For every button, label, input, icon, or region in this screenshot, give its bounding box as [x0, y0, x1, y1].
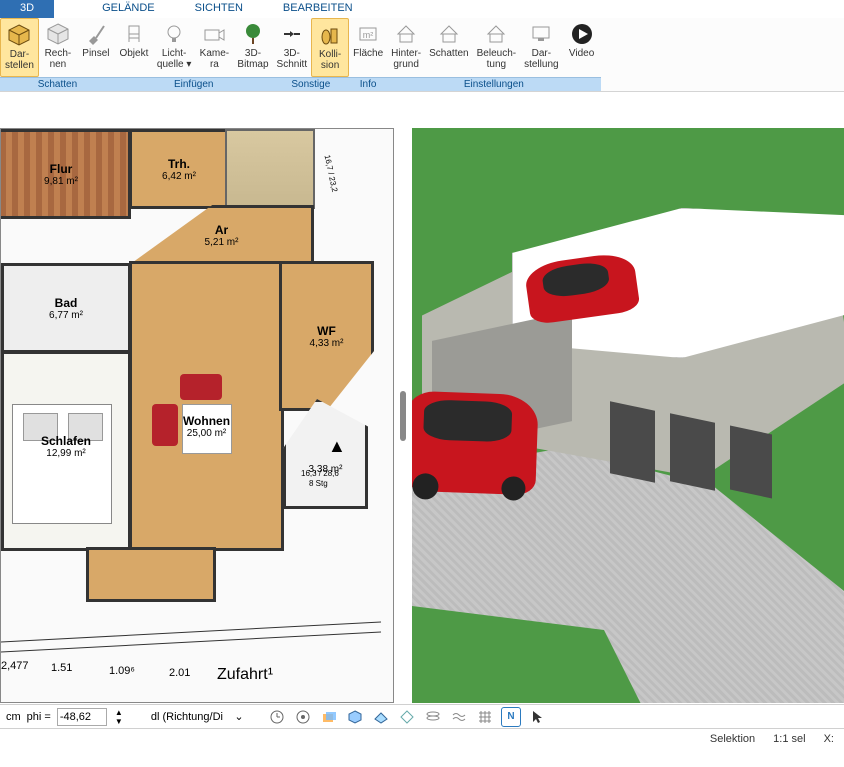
- dim-side1: 16,7 / 23,2: [323, 154, 340, 193]
- splitter-handle-icon: [400, 391, 406, 441]
- floorplan-3d-view[interactable]: [412, 128, 844, 703]
- group-label: Einstellungen: [387, 77, 600, 91]
- brush-icon: [84, 22, 108, 46]
- north-arrow-icon: ▲: [328, 436, 346, 457]
- house-icon: [484, 22, 508, 46]
- cube-yellow-icon: [7, 23, 31, 47]
- chair-icon: [122, 22, 146, 46]
- status-scale: 1:1 sel: [773, 733, 805, 745]
- group-label: Info: [349, 77, 387, 91]
- status-selection: Selektion: [710, 733, 755, 745]
- cube3d-icon[interactable]: [345, 707, 365, 727]
- group-label: Einfügen: [115, 77, 273, 91]
- group-sonstige: 3D-Schnitt Kolli-sion Sonstige: [273, 18, 350, 91]
- tab-sichten[interactable]: SICHTEN: [175, 0, 263, 18]
- kamera-button[interactable]: Kame-ra: [195, 18, 233, 77]
- lichtquelle-button[interactable]: Licht-quelle ▾: [153, 18, 196, 77]
- tree-icon: [241, 22, 265, 46]
- collision-icon: [318, 23, 342, 47]
- dim-side2: 16,3 / 28,6: [301, 469, 339, 478]
- hintergrund-button[interactable]: Hinter-grund: [387, 18, 425, 77]
- house-icon: [437, 22, 461, 46]
- phi-up-button[interactable]: ▲: [113, 708, 125, 717]
- group-info: m² Fläche Info: [349, 18, 387, 91]
- room-ar: Ar 5,21 m²: [129, 205, 314, 265]
- objekt-button[interactable]: Objekt: [115, 18, 153, 77]
- n-mode-button[interactable]: N: [501, 707, 521, 727]
- bitmap-button[interactable]: 3D-Bitmap: [233, 18, 272, 77]
- phi-down-button[interactable]: ▼: [113, 717, 125, 726]
- flaeche-button[interactable]: m² Fläche: [349, 18, 387, 77]
- dim-4: 2.01: [169, 667, 190, 679]
- waves-icon[interactable]: [449, 707, 469, 727]
- target-icon[interactable]: [293, 707, 313, 727]
- group-einfuegen: Objekt Licht-quelle ▾ Kame-ra 3D-Bitmap …: [115, 18, 273, 91]
- mode-label: dl (Richtung/Di: [151, 711, 223, 723]
- cursor-icon[interactable]: [527, 707, 547, 727]
- layers-icon[interactable]: [319, 707, 339, 727]
- group-schatten: Dar-stellen Rech-nen Pinsel Schatten: [0, 18, 115, 91]
- dim-2: 1.51: [51, 662, 72, 674]
- room-unnamed: ▲ 3,38 m²: [283, 399, 368, 509]
- house-icon: [394, 22, 418, 46]
- dim-3: 1.09⁶: [109, 665, 135, 677]
- room-flur: Flur 9,81 m²: [0, 129, 131, 219]
- unit-label: cm: [6, 711, 21, 723]
- rechnen-button[interactable]: Rech-nen: [39, 18, 77, 77]
- room-schlafen: Schlafen 12,99 m²: [1, 351, 131, 551]
- room-bad: Bad 6,77 m²: [1, 263, 131, 353]
- ribbon: Dar-stellen Rech-nen Pinsel Schatten Obj…: [0, 18, 844, 92]
- flaeche-icon: m²: [356, 22, 380, 46]
- room-wohnen: Wohnen 25,00 m²: [129, 261, 284, 551]
- phi-label: phi =: [27, 711, 51, 723]
- dim-1: 2,477: [1, 660, 29, 672]
- dim-zufahrt: Zufahrt¹: [217, 666, 273, 684]
- darstellen-button[interactable]: Dar-stellen: [0, 18, 39, 77]
- room-trh: Trh. 6,42 m²: [129, 129, 229, 209]
- plane-icon[interactable]: [371, 707, 391, 727]
- splitter[interactable]: [394, 128, 412, 703]
- schnitt-button[interactable]: 3D-Schnitt: [273, 18, 312, 77]
- clock-icon[interactable]: [267, 707, 287, 727]
- group-einstellungen: Hinter-grund Schatten Beleuch-tung Dar-s…: [387, 18, 600, 91]
- camera-icon: [202, 22, 226, 46]
- room-wf: WF 4,33 m²: [279, 261, 374, 411]
- stairs: [225, 129, 315, 209]
- mode-dropdown-button[interactable]: ⌄: [229, 707, 249, 727]
- entrance-area: [86, 547, 216, 602]
- diamond-icon[interactable]: [397, 707, 417, 727]
- pinsel-button[interactable]: Pinsel: [77, 18, 115, 77]
- tab-3d[interactable]: 3D: [0, 0, 54, 18]
- beleuchtung-button[interactable]: Beleuch-tung: [473, 18, 520, 77]
- video-button[interactable]: Video: [563, 18, 601, 77]
- group-label: Schatten: [0, 77, 115, 91]
- play-icon: [570, 22, 594, 46]
- floorplan-2d-view[interactable]: Flur 9,81 m² Trh. 6,42 m² Ar 5,21 m² Bad…: [0, 128, 394, 703]
- arrows-in-icon: [280, 22, 304, 46]
- monitor-icon: [529, 22, 553, 46]
- tab-bearbeiten[interactable]: BEARBEITEN: [263, 0, 373, 18]
- bulb-icon: [162, 22, 186, 46]
- schatten-button[interactable]: Schatten: [425, 18, 472, 77]
- phi-input[interactable]: [57, 708, 107, 726]
- dim-side3: 8 Stg: [309, 479, 328, 488]
- bottom-toolbar: cm phi = ▲ ▼ dl (Richtung/Di ⌄ N: [0, 704, 844, 728]
- group-label: Sonstige: [273, 77, 350, 91]
- cube-gray-icon: [46, 22, 70, 46]
- svg-text:m²: m²: [363, 30, 374, 40]
- canvas-area: ▶ Flur 9,81 m² Trh. 6,42 m² Ar 5,21 m² B…: [0, 92, 844, 704]
- status-x: X:: [824, 733, 834, 745]
- status-bar: Selektion 1:1 sel X:: [0, 728, 844, 748]
- tab-gelaende[interactable]: GELÄNDE: [82, 0, 175, 18]
- stack-icon[interactable]: [423, 707, 443, 727]
- tabbar: 3D GELÄNDE SICHTEN BEARBEITEN: [0, 0, 844, 18]
- kollision-button[interactable]: Kolli-sion: [311, 18, 349, 77]
- grid-icon[interactable]: [475, 707, 495, 727]
- darstellung-button[interactable]: Dar-stellung: [520, 18, 562, 77]
